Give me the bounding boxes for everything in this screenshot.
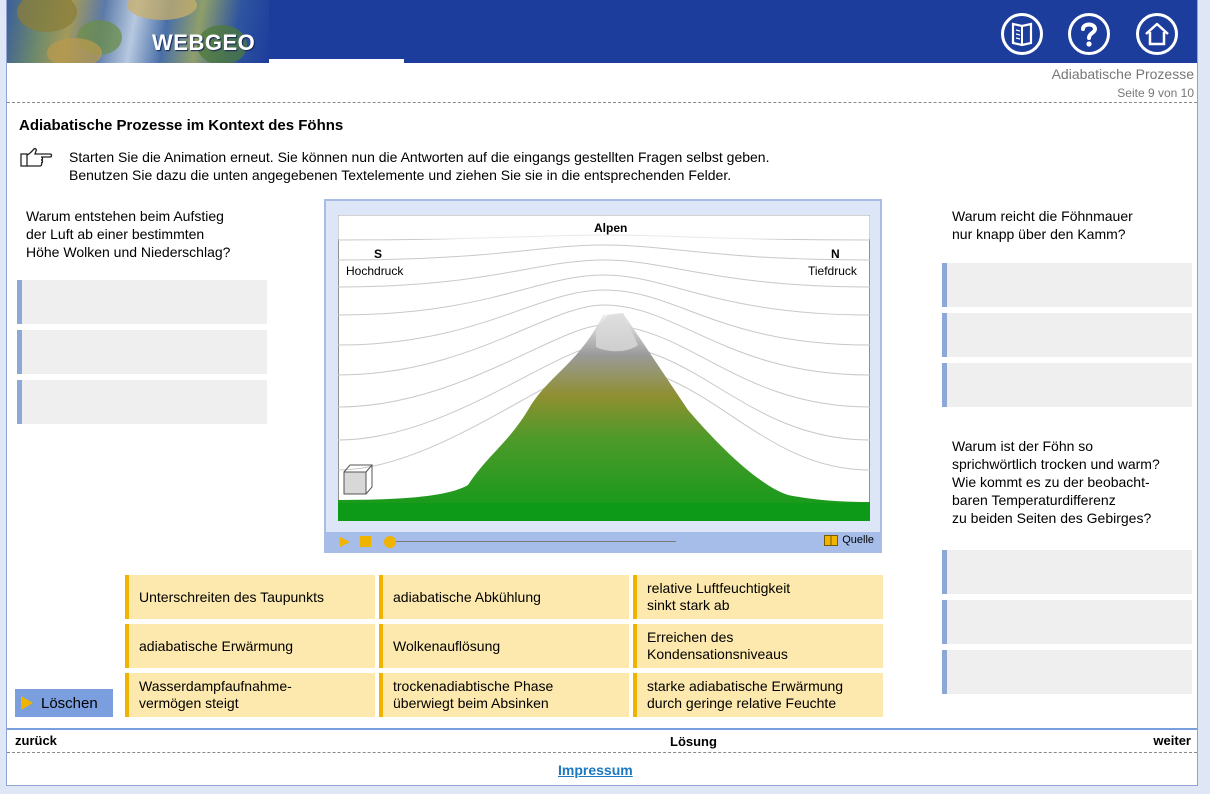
label-high-pressure: Hochdruck (346, 264, 404, 278)
book-small-icon (824, 534, 839, 546)
chip-label: adiabatische Abkühlung (393, 588, 541, 605)
next-link[interactable]: weiter (1153, 733, 1191, 748)
chip-label: Wasserdampfaufnahme- vermögen steigt (139, 678, 292, 711)
chip-5[interactable]: Wolkenauflösung (379, 624, 629, 668)
chip-label: Unterschreiten des Taupunkts (139, 588, 324, 605)
delete-label: Löschen (41, 694, 98, 712)
chip-9[interactable]: starke adiabatische Erwärmung durch geri… (633, 673, 883, 717)
instruction-line-1: Starten Sie die Animation erneut. Sie kö… (69, 149, 770, 165)
mountain-animation-scene (338, 215, 870, 521)
back-link[interactable]: zurück (15, 733, 57, 748)
drop-slot-right-5[interactable] (942, 600, 1192, 644)
webgeo-logo: WEBGEO (152, 30, 256, 55)
footer-divider (7, 728, 1197, 730)
chip-3[interactable]: relative Luftfeuchtigkeit sinkt stark ab (633, 575, 883, 619)
drop-slot-left-2[interactable] (17, 330, 267, 374)
chip-8[interactable]: trockenadiabtische Phase überwiegt beim … (379, 673, 629, 717)
progress-knob[interactable] (384, 536, 396, 548)
play-icon[interactable] (340, 537, 350, 547)
delete-button[interactable]: Löschen (15, 689, 113, 717)
stop-icon[interactable] (360, 536, 371, 547)
direction-south: S (374, 247, 383, 261)
chip-label: Erreichen des Kondensationsniveaus (647, 629, 788, 662)
label-low-pressure: Tiefdruck (808, 264, 857, 278)
home-icon (1145, 22, 1169, 46)
instruction-line-2: Benutzen Sie dazu die unten angegebenen … (69, 167, 732, 183)
pointing-hand-icon (20, 147, 53, 167)
drop-slot-left-3[interactable] (17, 380, 267, 424)
drop-slot-left-1[interactable] (17, 280, 267, 324)
animation-control-bar: Quelle (326, 532, 880, 551)
foehn-animation-panel: Alpen S Hochdruck N Tiefdruck Quelle (324, 199, 882, 553)
page-indicator: Seite 9 von 10 (1117, 86, 1194, 100)
chip-label: Wolkenauflösung (393, 637, 501, 654)
header-divider (269, 59, 404, 63)
progress-track[interactable] (394, 541, 676, 542)
chip-label: adiabatische Erwärmung (139, 637, 294, 654)
module-title: Adiabatische Prozesse (1051, 66, 1194, 82)
chip-label: starke adiabatische Erwärmung durch geri… (647, 678, 844, 711)
help-icon (1081, 22, 1098, 47)
app-frame: WEBGEO Adiabatische Prozesse Seite 9 von… (6, 0, 1198, 786)
impressum-link[interactable]: Impressum (558, 762, 633, 778)
question-left: Warum entstehen beim Aufstieg der Luft a… (26, 208, 231, 260)
source-label: Quelle (842, 534, 874, 546)
chip-6[interactable]: Erreichen des Kondensationsniveaus (633, 624, 883, 668)
direction-north: N (831, 247, 840, 261)
question-right-bottom: Warum ist der Föhn so sprichwörtlich tro… (952, 438, 1160, 526)
play-triangle-icon (21, 696, 33, 710)
header-divider-line (7, 102, 1197, 103)
book-icon-button[interactable] (1001, 13, 1043, 55)
source-link[interactable]: Quelle (824, 534, 874, 546)
chip-1[interactable]: Unterschreiten des Taupunkts (125, 575, 375, 619)
question-right-top: Warum reicht die Föhnmauer nur knapp übe… (952, 208, 1133, 242)
animation-title: Alpen (594, 221, 628, 235)
chip-label: trockenadiabtische Phase überwiegt beim … (393, 678, 554, 711)
drop-slot-right-2[interactable] (942, 313, 1192, 357)
footer-dashed-line (7, 752, 1197, 753)
drop-slot-right-4[interactable] (942, 550, 1192, 594)
home-icon-button[interactable] (1136, 13, 1178, 55)
chip-label: relative Luftfeuchtigkeit sinkt stark ab (647, 580, 791, 613)
page-title: Adiabatische Prozesse im Kontext des Föh… (19, 117, 344, 134)
chip-2[interactable]: adiabatische Abkühlung (379, 575, 629, 619)
drop-slot-right-1[interactable] (942, 263, 1192, 307)
drop-slot-right-3[interactable] (942, 363, 1192, 407)
help-icon-button[interactable] (1068, 13, 1110, 55)
book-icon (1011, 22, 1033, 47)
header-banner: WEBGEO (7, 0, 1197, 63)
chip-7[interactable]: Wasserdampfaufnahme- vermögen steigt (125, 673, 375, 717)
drop-slot-right-6[interactable] (942, 650, 1192, 694)
chip-4[interactable]: adiabatische Erwärmung (125, 624, 375, 668)
solution-link[interactable]: Lösung (670, 734, 717, 749)
